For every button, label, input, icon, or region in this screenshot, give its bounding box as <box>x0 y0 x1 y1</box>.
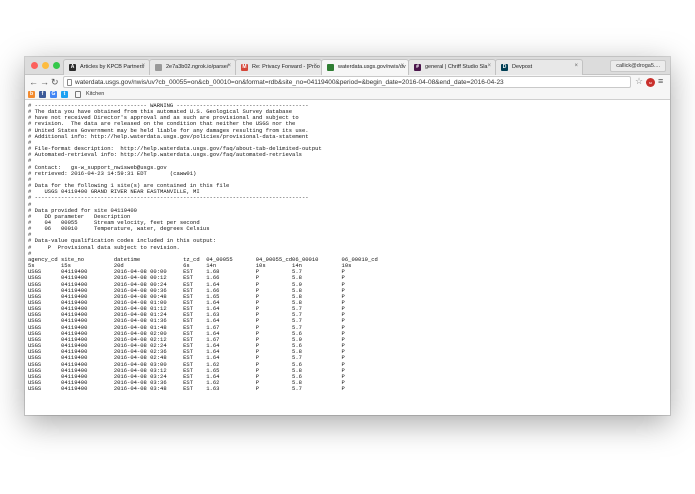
rdb-text-output[interactable]: # ---------------------------------- WAR… <box>25 100 670 392</box>
tab-devpost[interactable]: D Devpost × <box>495 59 583 75</box>
tab-label: 2e7a3b02.ngrok.io/parse/ <box>166 64 229 70</box>
page-info-icon[interactable] <box>67 79 72 86</box>
back-arrow-icon[interactable]: ← <box>29 77 38 87</box>
tab-strip: A Articles by KPCB Partners × 2e7a3b02.n… <box>25 57 670 76</box>
minimize-window-icon[interactable] <box>42 62 49 69</box>
tab-favicon-icon <box>155 64 162 71</box>
window-controls <box>31 62 60 69</box>
close-tab-icon[interactable]: × <box>227 63 231 69</box>
close-tab-icon[interactable]: × <box>313 63 317 69</box>
forward-arrow-icon[interactable]: → <box>40 77 49 87</box>
twitter-bookmark-icon[interactable]: t <box>61 91 68 98</box>
rdb-data-rows: USGS 04119400 2016-04-08 00:00 EST 1.68 … <box>28 268 345 393</box>
close-window-icon[interactable] <box>31 62 38 69</box>
close-tab-icon[interactable]: × <box>487 63 491 69</box>
tab-label: general | Chriff Studio Sla <box>425 64 488 70</box>
browser-toolbar: ← → ↻ waterdata.usgs.gov/nwis/uv?cb_0005… <box>25 75 670 89</box>
bookmarks-bar: b f G t Kitchen <box>25 89 670 100</box>
rdb-header-comments: # ---------------------------------- WAR… <box>28 102 322 257</box>
blogger-bookmark-icon[interactable]: b <box>28 91 35 98</box>
profile-button[interactable]: callick@droga5.... <box>610 60 666 72</box>
tab-ngrok-parse[interactable]: 2e7a3b02.ngrok.io/parse/ × <box>149 59 236 75</box>
tab-gmail-privacy-forward[interactable]: M Re: Privacy Forward - [Proo × <box>235 59 322 75</box>
tab-waterdata-usgs[interactable]: waterdata.usgs.gov/nwis/uv × <box>321 59 409 76</box>
tab-favicon-icon <box>327 64 334 71</box>
slack-icon: # <box>414 64 421 71</box>
page-content: # ---------------------------------- WAR… <box>25 100 670 415</box>
tab-slack-general[interactable]: # general | Chriff Studio Sla × <box>408 59 496 75</box>
facebook-bookmark-icon[interactable]: f <box>39 91 46 98</box>
devpost-icon: D <box>501 64 508 71</box>
gmail-icon: M <box>241 64 248 71</box>
google-bookmark-icon[interactable]: G <box>50 91 57 98</box>
tab-label: Devpost <box>512 64 533 70</box>
tab-label: Articles by KPCB Partners <box>80 64 145 70</box>
tab-favicon-icon: A <box>69 64 76 71</box>
tab-kpcb-articles[interactable]: A Articles by KPCB Partners × <box>63 59 150 75</box>
close-tab-icon[interactable]: × <box>400 63 404 69</box>
browser-menu-icon[interactable]: ≡ <box>658 76 663 86</box>
close-tab-icon[interactable]: × <box>574 63 578 69</box>
address-bar-url: waterdata.usgs.gov/nwis/uv?cb_00055=on&c… <box>75 79 504 86</box>
extension-badge-icon[interactable]: u <box>646 78 655 87</box>
reload-icon[interactable]: ↻ <box>51 77 59 87</box>
bookmark-kitchen-label[interactable]: Kitchen <box>86 91 104 97</box>
bookmark-star-icon[interactable]: ☆ <box>635 76 643 87</box>
address-bar[interactable]: waterdata.usgs.gov/nwis/uv?cb_00055=on&c… <box>63 76 631 88</box>
tab-label: Re: Privacy Forward - [Proo <box>252 64 320 70</box>
browser-window: A Articles by KPCB Partners × 2e7a3b02.n… <box>25 57 670 415</box>
close-tab-icon[interactable]: × <box>141 63 145 69</box>
folder-bookmark-icon[interactable] <box>75 91 81 98</box>
zoom-window-icon[interactable] <box>53 62 60 69</box>
tab-label: waterdata.usgs.gov/nwis/uv <box>338 64 406 70</box>
